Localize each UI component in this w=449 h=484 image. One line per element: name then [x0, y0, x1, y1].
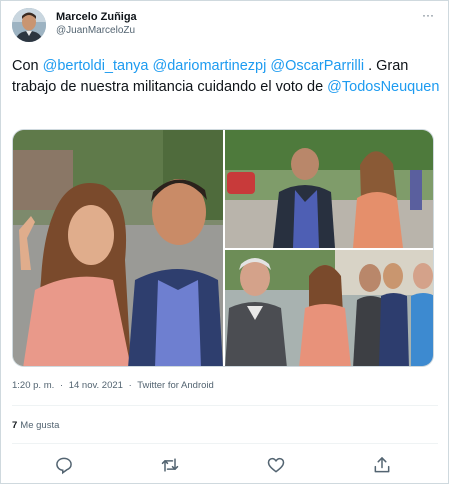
likes-count: 7: [12, 420, 18, 431]
photo-street-conversation[interactable]: [225, 130, 433, 248]
retweet-icon[interactable]: [160, 455, 180, 475]
tweet-header: Marcelo Zuñiga @JuanMarceloZu ···: [12, 8, 440, 44]
divider: [12, 443, 438, 444]
likes-label: Me gusta: [20, 420, 60, 431]
photo-street-image: [225, 130, 433, 248]
avatar[interactable]: [12, 8, 46, 42]
photo-selfie[interactable]: [13, 130, 223, 366]
photo-group[interactable]: [225, 250, 433, 366]
divider: [12, 405, 438, 406]
tweet-date[interactable]: 14 nov. 2021: [69, 380, 123, 391]
tweet-source[interactable]: Twitter for Android: [137, 380, 214, 391]
photo-group-image: [225, 250, 433, 366]
author-names: Marcelo Zuñiga @JuanMarceloZu: [56, 10, 137, 38]
tweet-text: Con @bertoldi_tanya @dariomartinezpj @Os…: [12, 56, 440, 98]
author-display-name[interactable]: Marcelo Zuñiga: [56, 10, 137, 24]
share-icon[interactable]: [372, 455, 392, 475]
more-options-icon[interactable]: ···: [418, 8, 438, 26]
author-handle[interactable]: @JuanMarceloZu: [56, 24, 137, 38]
meta-separator: ·: [59, 380, 64, 391]
media-grid: [12, 129, 434, 367]
tweet-time[interactable]: 1:20 p. m.: [12, 380, 54, 391]
mention-link[interactable]: @OscarParrilli: [270, 58, 364, 74]
mention-link[interactable]: @dariomartinezpj: [152, 58, 266, 74]
tweet-meta: 1:20 p. m. · 14 nov. 2021 · Twitter for …: [12, 379, 214, 393]
user-avatar-icon: [12, 8, 46, 42]
reply-icon[interactable]: [54, 455, 74, 475]
heart-icon[interactable]: [266, 455, 286, 475]
mention-link[interactable]: @TodosNeuquen: [327, 79, 439, 95]
mention-link[interactable]: @bertoldi_tanya: [43, 58, 149, 74]
action-bar: [12, 453, 440, 477]
tweet-card: Marcelo Zuñiga @JuanMarceloZu ··· Con @b…: [0, 0, 449, 484]
likes-stat[interactable]: 7 Me gusta: [12, 419, 59, 433]
meta-separator: ·: [128, 380, 132, 391]
photo-selfie-image: [13, 130, 223, 366]
tweet-text-intro: Con: [12, 58, 43, 74]
